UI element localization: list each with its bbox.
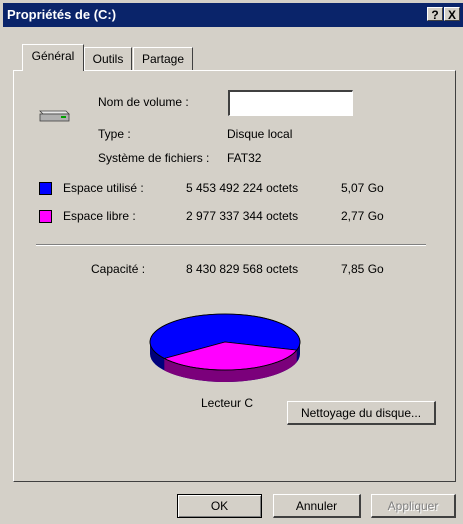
free-space-swatch	[39, 210, 52, 223]
capacity-label: Capacité :	[91, 262, 146, 276]
used-space-size: 5,07 Go	[341, 181, 384, 195]
used-space-bytes: 5 453 492 224 octets	[186, 181, 299, 195]
ok-button[interactable]: OK	[177, 494, 262, 518]
free-space-label: Espace libre :	[63, 209, 136, 223]
disk-usage-pie-chart	[149, 313, 301, 382]
disk-cleanup-button[interactable]: Nettoyage du disque...	[287, 401, 436, 425]
type-label: Type :	[98, 127, 131, 141]
filesystem-value: FAT32	[227, 151, 262, 165]
properties-window: Propriétés de (C:) ? X Général Outils Pa…	[0, 0, 463, 524]
capacity-size: 7,85 Go	[341, 262, 384, 276]
volume-name-input[interactable]	[228, 90, 353, 116]
volume-name-label: Nom de volume :	[98, 95, 189, 109]
filesystem-label: Système de fichiers :	[98, 151, 210, 165]
free-space-bytes: 2 977 337 344 octets	[186, 209, 299, 223]
divider	[36, 244, 426, 246]
capacity-bytes: 8 430 829 568 octets	[186, 262, 299, 276]
type-value: Disque local	[227, 127, 293, 141]
cancel-button[interactable]: Annuler	[273, 494, 361, 518]
used-space-label: Espace utilisé :	[63, 181, 144, 195]
drive-label: Lecteur C	[201, 396, 254, 410]
free-space-size: 2,77 Go	[341, 209, 384, 223]
apply-button[interactable]: Appliquer	[371, 494, 456, 518]
used-space-swatch	[39, 182, 52, 195]
hard-drive-icon	[39, 110, 70, 122]
